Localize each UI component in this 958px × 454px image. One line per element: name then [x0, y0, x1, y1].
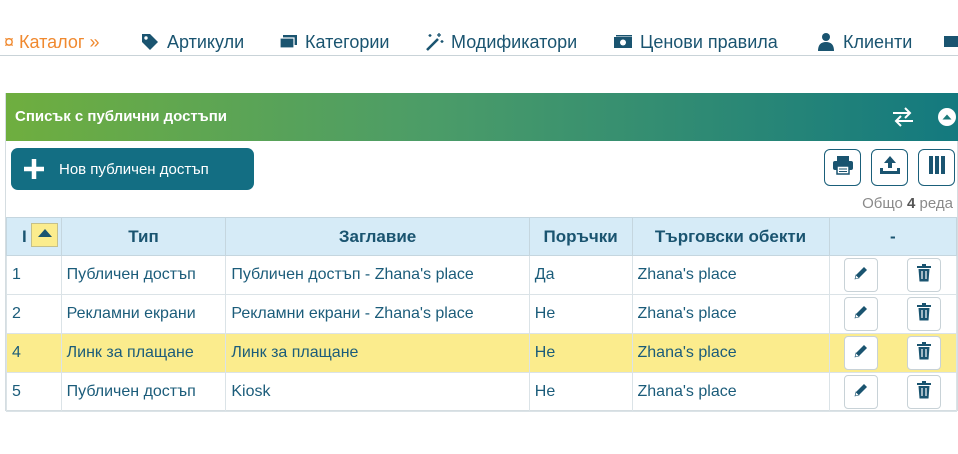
total-rows-info: Общо 4 реда — [862, 195, 953, 212]
delete-button[interactable] — [907, 336, 942, 370]
truck-icon — [940, 32, 958, 52]
columns-button[interactable] — [918, 149, 955, 186]
nav-item-modifiers[interactable]: Модификатори — [423, 28, 577, 56]
column-header-type[interactable]: Тип — [60, 217, 227, 256]
cell-type: Публичен достъп — [60, 372, 227, 412]
cell-orders: Не — [528, 372, 633, 412]
plus-icon — [11, 158, 57, 180]
export-button[interactable] — [871, 149, 908, 186]
nav-item-label: Ценови правила — [640, 31, 778, 52]
nav-item-label: Артикули — [167, 31, 245, 52]
collapse-icon[interactable] — [934, 105, 958, 129]
cell-actions — [828, 372, 958, 412]
cell-id: 1 — [6, 255, 62, 295]
cell-actions — [828, 294, 958, 334]
cell-id: 2 — [6, 294, 62, 334]
tag-icon — [139, 32, 161, 52]
delete-button[interactable] — [907, 297, 942, 331]
edit-button[interactable] — [844, 375, 879, 409]
print-button[interactable] — [824, 149, 861, 186]
cell-objects: Zhana's place — [631, 372, 830, 412]
cell-orders: Не — [528, 294, 633, 334]
column-header-id[interactable]: I — [6, 217, 62, 256]
trash-icon — [916, 302, 932, 326]
nav-item-label: Клиенти — [843, 31, 913, 52]
column-header-actions: - — [828, 217, 958, 256]
user-icon — [815, 32, 837, 52]
table-row[interactable]: 1 Публичен достъп Публичен достъп - Zhana'… — [6, 255, 958, 295]
nav-item-label: Категории — [305, 31, 390, 52]
nav-item-label: Модификатори — [451, 31, 578, 52]
cell-orders: Не — [528, 333, 633, 373]
cell-id: 4 — [6, 333, 62, 373]
pencil-icon — [853, 382, 869, 403]
total-count: 4 — [907, 195, 916, 212]
column-header-orders[interactable]: Поръчки — [528, 217, 633, 256]
cell-orders: Да — [528, 255, 633, 295]
nav-catalog-breadcrumb[interactable]: ¤ Каталог » — [4, 28, 99, 56]
panel-title: Списък с публични достъпи — [15, 108, 227, 125]
columns-icon — [928, 155, 946, 180]
folders-icon — [277, 32, 299, 52]
top-navigation: ¤ Каталог » Артикули Категории Модификат… — [0, 0, 958, 56]
cell-actions — [828, 333, 958, 373]
public-access-table: I Тип Заглавие Поръчки Търговски обекти … — [6, 217, 958, 412]
nav-item-clients[interactable]: Клиенти — [815, 28, 912, 56]
swap-icon[interactable] — [890, 105, 916, 129]
cell-objects: Zhana's place — [631, 333, 830, 373]
nav-item-more[interactable] — [940, 28, 958, 56]
cell-title: Рекламни екрани - Zhana's place — [225, 294, 530, 334]
sort-ascending-icon[interactable] — [31, 223, 58, 247]
nav-item-price-rules[interactable]: Ценови правила — [612, 28, 778, 56]
pencil-icon — [853, 304, 869, 325]
cell-objects: Zhana's place — [631, 255, 830, 295]
cell-type: Линк за плащане — [60, 333, 227, 373]
table-row[interactable]: 5 Публичен достъп Kiosk Не Zhana's place — [6, 372, 958, 412]
delete-button[interactable] — [907, 375, 942, 409]
pencil-icon — [853, 265, 869, 286]
nav-item-categories[interactable]: Категории — [277, 28, 389, 56]
cell-id: 5 — [6, 372, 62, 412]
cell-title: Kiosk — [225, 372, 530, 412]
edit-button[interactable] — [844, 336, 879, 370]
new-public-access-button[interactable]: Нов публичен достъп — [11, 148, 254, 190]
total-suffix: реда — [919, 195, 953, 212]
public-access-panel: Списък с публични достъпи Нов публичен д… — [5, 93, 958, 412]
new-button-label: Нов публичен достъп — [59, 160, 209, 178]
table-header-row: I Тип Заглавие Поръчки Търговски обекти … — [6, 217, 958, 256]
table-row[interactable]: 4 Линк за плащане Линк за плащане Не Zhana's… — [6, 333, 958, 373]
cell-title: Публичен достъп - Zhana's place — [225, 255, 530, 295]
table-row[interactable]: 2 Рекламни екрани Рекламни екрани - Zhana'… — [6, 294, 958, 334]
trash-icon — [916, 380, 932, 404]
nav-catalog-label: ¤ Каталог » — [4, 31, 100, 52]
magic-wand-icon — [423, 32, 445, 52]
money-icon — [612, 32, 634, 52]
column-header-label: I — [22, 226, 27, 246]
cell-actions — [828, 255, 958, 295]
total-prefix: Общо — [862, 195, 903, 212]
cell-type: Рекламни екрани — [60, 294, 227, 334]
edit-button[interactable] — [844, 258, 879, 292]
nav-item-articles[interactable]: Артикули — [139, 28, 244, 56]
edit-button[interactable] — [844, 297, 879, 331]
upload-icon — [879, 155, 901, 180]
panel-header: Списък с публични достъпи — [6, 93, 958, 141]
cell-objects: Zhana's place — [631, 294, 830, 334]
pencil-icon — [853, 343, 869, 364]
trash-icon — [916, 263, 932, 287]
cell-type: Публичен достъп — [60, 255, 227, 295]
trash-icon — [916, 341, 932, 365]
printer-icon — [832, 155, 854, 180]
delete-button[interactable] — [907, 258, 942, 292]
column-header-objects[interactable]: Търговски обекти — [631, 217, 830, 256]
cell-title: Линк за плащане — [225, 333, 530, 373]
column-header-title[interactable]: Заглавие — [225, 217, 530, 256]
